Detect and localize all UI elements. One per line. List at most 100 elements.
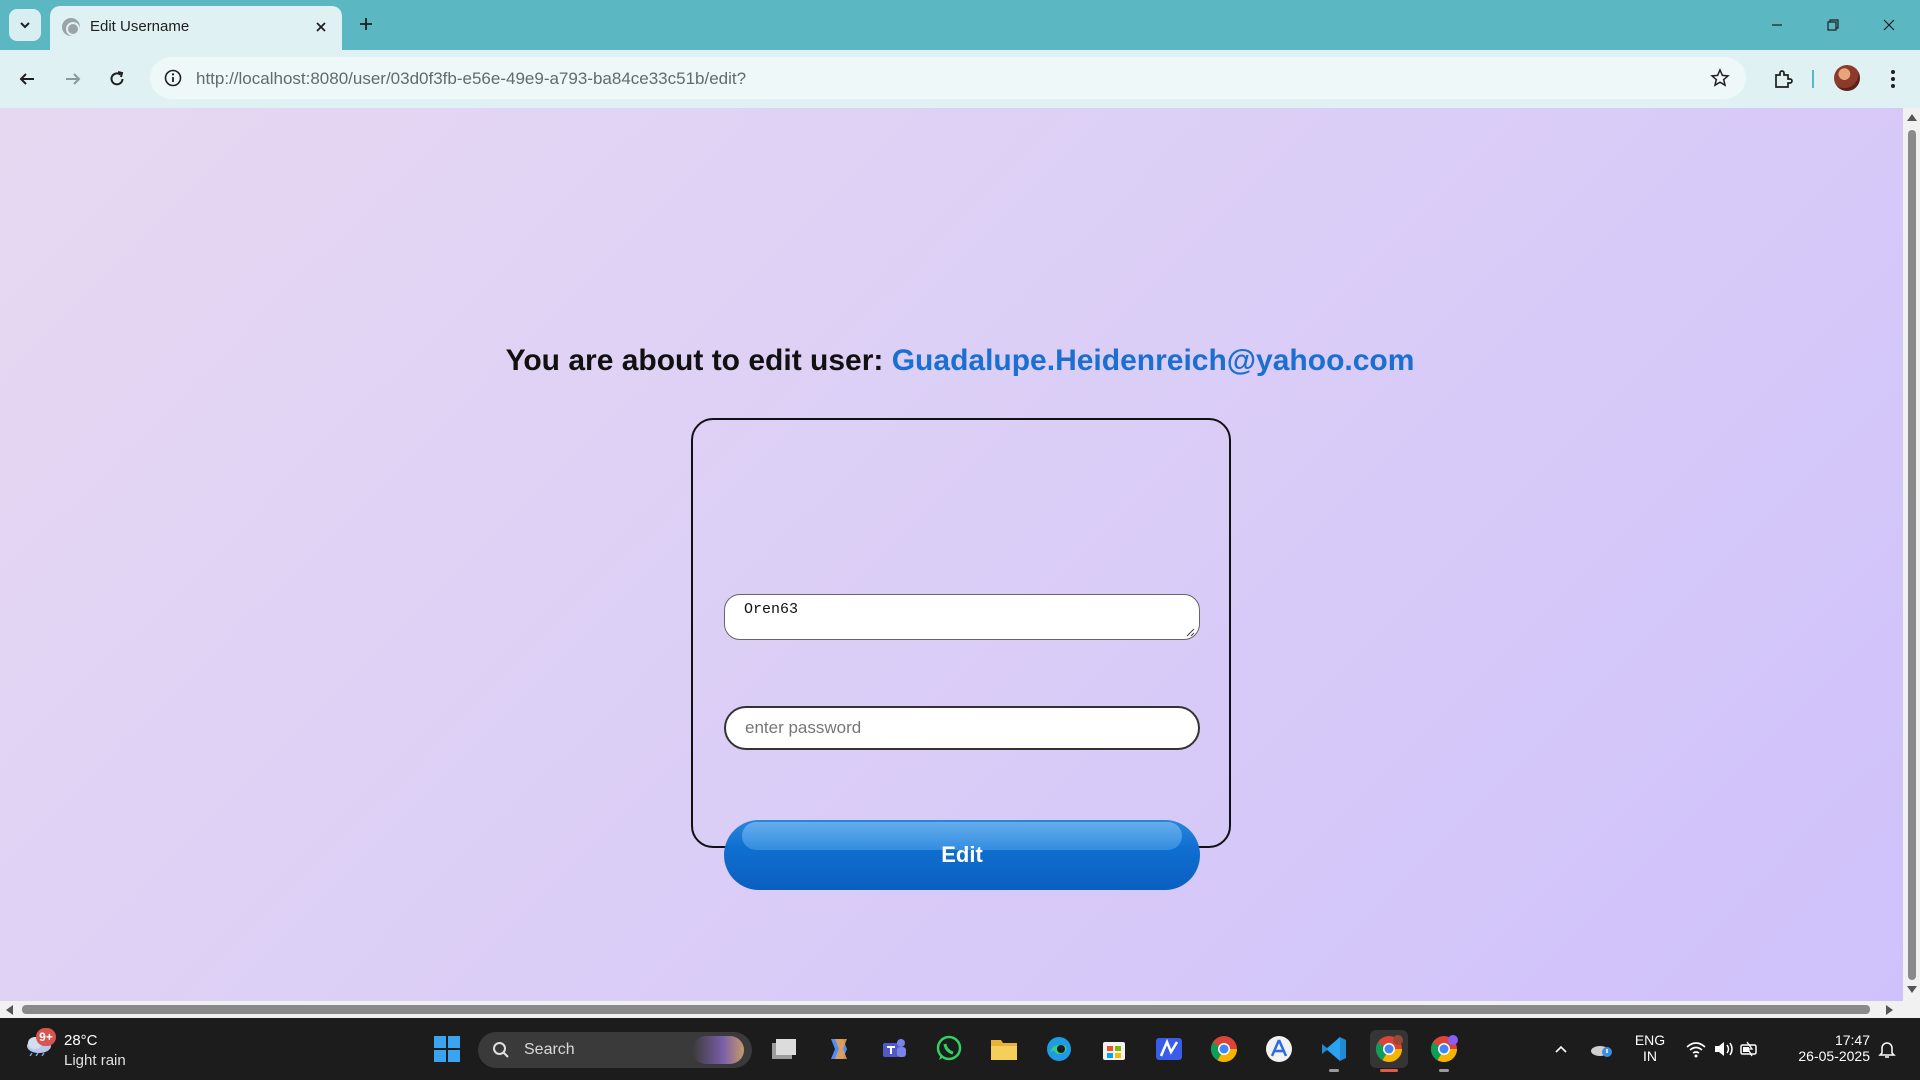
notification-bell-icon xyxy=(1878,1042,1896,1058)
heading-email: Guadalupe.Heidenreich@yahoo.com xyxy=(891,344,1415,377)
vertical-scroll-thumb[interactable] xyxy=(1908,130,1916,980)
clock-time: 17:47 xyxy=(1834,1032,1870,1048)
puzzle-icon xyxy=(1775,70,1793,88)
copilot-button[interactable] xyxy=(820,1030,858,1068)
clock[interactable]: 17:47 26-05-2025 xyxy=(1782,1032,1870,1064)
quick-settings-button[interactable] xyxy=(1678,1030,1768,1068)
username-field[interactable] xyxy=(724,594,1200,640)
browser-menu-button[interactable] xyxy=(1878,62,1908,96)
browser-title-bar: Edit Username xyxy=(0,0,1920,50)
restore-icon xyxy=(1827,19,1839,31)
task-view-button[interactable] xyxy=(765,1030,803,1068)
horizontal-scroll-thumb[interactable] xyxy=(22,1005,1870,1014)
url-text[interactable]: http://localhost:8080/user/03d0f3fb-e56e… xyxy=(196,69,746,89)
bookmark-button[interactable] xyxy=(1708,66,1732,90)
page-viewport: You are about to edit user: Guadalupe.He… xyxy=(0,108,1903,1001)
scroll-down-arrow-icon[interactable] xyxy=(1907,986,1917,993)
teams-button[interactable] xyxy=(875,1030,913,1068)
arrow-left-icon xyxy=(19,73,34,85)
minimize-button[interactable] xyxy=(1754,8,1800,42)
tab-edit-username[interactable]: Edit Username xyxy=(50,6,342,50)
tab-close-button[interactable] xyxy=(310,16,332,38)
volume-icon xyxy=(1715,1042,1733,1056)
horizontal-scrollbar[interactable] xyxy=(0,1001,1920,1018)
weather-description: Light rain xyxy=(64,1052,126,1069)
scroll-left-arrow-icon[interactable] xyxy=(6,1005,13,1015)
forward-button[interactable] xyxy=(56,62,90,96)
chrome-icon xyxy=(1210,1036,1238,1063)
whatsapp-button[interactable] xyxy=(930,1030,968,1068)
notifications-button[interactable] xyxy=(1872,1030,1902,1068)
search-label: Search xyxy=(524,1041,575,1058)
app-icon xyxy=(1266,1036,1292,1062)
chrome-profile-icon xyxy=(1430,1035,1458,1063)
scroll-right-arrow-icon[interactable] xyxy=(1886,1005,1893,1015)
arrow-right-icon xyxy=(66,73,81,85)
vscode-button[interactable] xyxy=(1315,1030,1353,1072)
start-button[interactable] xyxy=(428,1030,466,1068)
close-window-button[interactable] xyxy=(1866,8,1912,42)
url-port-path: :8080/user/03d0f3fb-e56e-49e9-a793-ba84c… xyxy=(305,69,747,88)
running-indicator xyxy=(1439,1069,1449,1072)
close-icon xyxy=(316,22,326,32)
onedrive-button[interactable] xyxy=(1582,1030,1620,1068)
windows-taskbar: 9+ 28°C Light rain Search ENG IN 17:47 2… xyxy=(0,1018,1920,1080)
chrome-active-button[interactable] xyxy=(1370,1030,1408,1072)
address-bar[interactable]: http://localhost:8080/user/03d0f3fb-e56e… xyxy=(150,57,1746,99)
toolbar-divider xyxy=(1812,70,1814,88)
teams-icon xyxy=(883,1039,906,1057)
weather-alert-badge: 9+ xyxy=(36,1028,56,1046)
windows-start-icon xyxy=(434,1036,460,1062)
active-indicator xyxy=(1380,1069,1398,1072)
clock-date: 26-05-2025 xyxy=(1798,1048,1870,1064)
vertical-scrollbar[interactable] xyxy=(1903,108,1920,1001)
scroll-up-arrow-icon[interactable] xyxy=(1907,114,1917,121)
globe-icon xyxy=(62,18,80,36)
edge-button[interactable] xyxy=(1040,1030,1078,1068)
password-field[interactable] xyxy=(724,706,1200,750)
running-indicator xyxy=(1329,1069,1339,1072)
tab-title: Edit Username xyxy=(90,18,190,35)
notes-app-button[interactable] xyxy=(1150,1030,1188,1068)
vscode-icon xyxy=(1322,1037,1346,1061)
cloud-sync-icon xyxy=(1591,1046,1612,1057)
reload-icon xyxy=(110,71,124,86)
site-info-button[interactable] xyxy=(160,65,186,91)
taskbar-search[interactable]: Search xyxy=(478,1032,752,1068)
close-icon xyxy=(1883,19,1895,31)
restore-button[interactable] xyxy=(1810,8,1856,42)
page-heading: You are about to edit user: Guadalupe.He… xyxy=(0,344,1903,378)
show-hidden-icons-button[interactable] xyxy=(1542,1030,1580,1068)
copilot-icon xyxy=(831,1039,847,1059)
edit-button[interactable]: Edit xyxy=(724,820,1200,890)
back-button[interactable] xyxy=(10,62,44,96)
reload-button[interactable] xyxy=(100,62,134,96)
file-explorer-button[interactable] xyxy=(985,1030,1023,1068)
chevron-down-icon xyxy=(20,22,30,29)
new-tab-button[interactable] xyxy=(352,10,380,38)
weather-widget[interactable]: 9+ 28°C Light rain xyxy=(20,1028,140,1072)
tab-search-button[interactable] xyxy=(9,9,41,41)
app-button[interactable] xyxy=(1260,1030,1298,1068)
weather-temperature: 28°C xyxy=(64,1032,98,1049)
resize-grip-icon[interactable] xyxy=(1185,627,1195,637)
language-indicator[interactable]: ENG IN xyxy=(1628,1032,1672,1064)
profile-avatar[interactable] xyxy=(1834,65,1860,91)
search-icon xyxy=(493,1042,509,1058)
plus-icon xyxy=(360,18,372,30)
chrome-button[interactable] xyxy=(1205,1030,1243,1068)
edit-button-label: Edit xyxy=(941,842,983,867)
more-vertical-icon xyxy=(1891,70,1895,88)
edge-icon xyxy=(1047,1037,1071,1061)
region-code: IN xyxy=(1643,1048,1657,1064)
star-icon xyxy=(1710,68,1730,87)
extensions-button[interactable] xyxy=(1766,62,1800,96)
store-button[interactable] xyxy=(1095,1030,1133,1068)
language-code: ENG xyxy=(1634,1032,1666,1048)
minimize-icon xyxy=(1772,24,1782,26)
heading-prefix: You are about to edit user: xyxy=(505,344,892,377)
edit-user-form: Edit xyxy=(691,418,1231,890)
search-highlight-art xyxy=(692,1036,744,1064)
file-explorer-icon xyxy=(991,1040,1017,1060)
chrome-profile-button[interactable] xyxy=(1425,1030,1463,1072)
